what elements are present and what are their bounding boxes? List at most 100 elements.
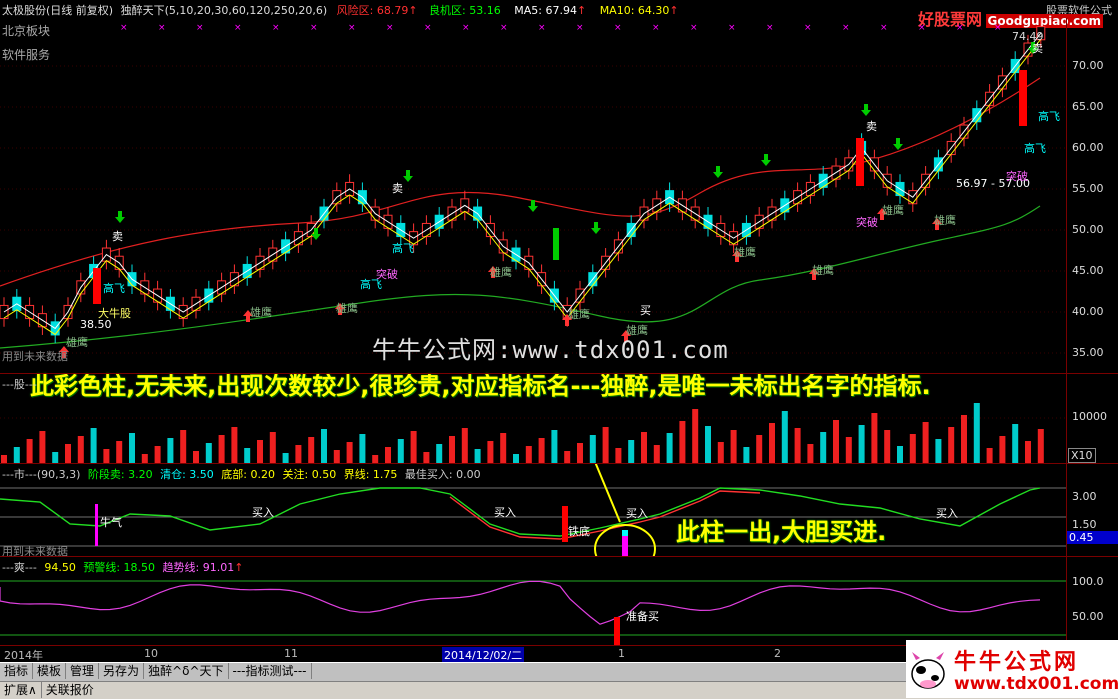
sell-arrow-icon	[713, 166, 723, 178]
ready-buy-label: 准备买	[626, 610, 659, 623]
top-cross-marker: ×	[500, 23, 508, 33]
cow-logo-icon	[908, 644, 948, 694]
cool-axis	[1066, 556, 1118, 646]
cool-panel[interactable]: ---爽--- 94.50 预警线: 18.50 趋势线: 91.01↑	[0, 556, 1066, 646]
volume-bar	[628, 440, 635, 463]
top-cross-marker: ×	[234, 23, 242, 33]
eagle-label-8: 雄鹰	[882, 204, 904, 217]
volume-bar	[1, 455, 7, 463]
tab-save-as[interactable]: 另存为	[99, 663, 145, 679]
volume-bar	[39, 431, 46, 463]
top-cross-marker: ×	[766, 23, 774, 33]
expand-button[interactable]: 扩展∧	[0, 682, 41, 698]
market-panel[interactable]: ---市---(90,3,3) 阶段卖: 3.20 清仓: 3.50 底部: 0…	[0, 463, 1066, 557]
volume-bar	[653, 445, 660, 463]
volume-bar	[922, 422, 929, 463]
volume-bar	[705, 426, 711, 463]
sell-marker-3: 卖	[866, 120, 877, 133]
volume-bar	[986, 448, 993, 463]
eagle-label-9: 雄鹰	[934, 214, 956, 227]
cool-red-bar	[614, 617, 620, 646]
eagle-label-4: 雄鹰	[568, 308, 590, 321]
volume-bar	[333, 450, 340, 463]
tab-template[interactable]: 模板	[33, 663, 67, 679]
price-panel[interactable]: × × × × × × × × × × × × × × × × × × × × × × × ×	[0, 18, 1066, 373]
big-bull-label: 大牛股	[98, 307, 131, 320]
volume-bar	[781, 411, 788, 463]
volume-bar	[935, 439, 942, 463]
linked-quote-button[interactable]: 关联报价	[40, 682, 98, 698]
volume-bar	[577, 443, 583, 463]
tab-manage[interactable]: 管理	[66, 663, 100, 679]
pointer-arrow-line	[594, 464, 621, 523]
cyan-signal-bar	[622, 530, 628, 536]
watermark: 牛牛公式网:www.tdx001.com	[372, 336, 729, 364]
volume-bar	[13, 447, 20, 463]
market-tick-2: 1.50	[1072, 518, 1097, 531]
magenta-signal-bar-1	[95, 504, 98, 546]
volume-bar	[308, 437, 315, 463]
volume-bar	[90, 428, 97, 463]
market-tick-1: 3.00	[1072, 490, 1097, 503]
volume-bar	[346, 442, 353, 463]
volume-bar	[103, 449, 110, 463]
volume-bar	[295, 445, 302, 463]
price-chart-svg: × × × × × × × × × × × × × × × × × × × × × × × ×	[0, 18, 1066, 358]
volume-bar	[449, 436, 455, 463]
price-tick: 50.00	[1072, 223, 1104, 236]
iron-bottom-label: 铁底	[568, 525, 590, 538]
sell-arrow-icon	[591, 222, 601, 234]
high-fly-label-1: 高飞	[103, 282, 125, 295]
top-cross-marker: ×	[272, 23, 280, 33]
volume-bar	[487, 441, 494, 463]
top-cross-marker: ×	[348, 23, 356, 33]
lower-channel-line	[0, 205, 1041, 349]
top-cross-marker: ×	[690, 23, 698, 33]
market-title: ---市---(90,3,3)	[2, 468, 81, 481]
volume-bar	[717, 442, 724, 463]
volume-bar	[180, 430, 187, 463]
volume-bar	[525, 446, 532, 463]
breakout-label-1: 突破	[376, 268, 398, 281]
volume-panel[interactable]: ---股---	[0, 373, 1066, 464]
volume-bar	[948, 427, 955, 463]
volume-bar	[397, 439, 404, 463]
big-bull-bar	[93, 268, 101, 304]
eagle-label-3: 雄鹰	[490, 266, 512, 279]
sell-marker-1: 卖	[112, 230, 123, 243]
top-cross-marker: ×	[956, 23, 964, 33]
special-red-bar	[856, 138, 864, 186]
tab-indicator[interactable]: 指标	[0, 663, 34, 679]
price-tick: 70.00	[1072, 59, 1104, 72]
market-current-value: 0.45	[1067, 531, 1118, 544]
top-cross-marker: ×	[880, 23, 888, 33]
volume-bar	[999, 436, 1006, 463]
volume-bar	[26, 439, 33, 463]
green-annotation: 此柱一出,大胆买进.	[676, 518, 887, 546]
eagle-label-10: 雄鹰	[66, 336, 88, 349]
cool-trend: 趋势线: 91.01	[162, 561, 235, 574]
volume-bar	[897, 446, 903, 463]
volume-bar	[730, 430, 737, 463]
volume-bar	[743, 447, 750, 463]
top-cross-marker: ×	[386, 23, 394, 33]
footer-brand: 牛牛公式网 www.tdx001.com	[906, 640, 1118, 698]
cool-tick-2: 50.00	[1072, 610, 1104, 623]
volume-bar	[129, 433, 135, 463]
clear-pos: 清仓: 3.50	[160, 468, 214, 481]
stage-sell: 阶段卖: 3.20	[87, 468, 153, 481]
sell-arrow-icon	[403, 170, 413, 182]
time-cursor-date: 2014/12/02/二	[442, 647, 525, 663]
volume-bar	[269, 432, 276, 463]
tab-duzui[interactable]: 独醉^δ^天下	[144, 663, 229, 679]
volume-bar	[871, 413, 878, 463]
stock-title: 太极股份(日线 前复权)	[2, 4, 114, 17]
top-cross-marker: ×	[310, 23, 318, 33]
bull-label: 牛气	[100, 516, 122, 529]
volume-bar	[244, 448, 251, 463]
tab-indicator-test[interactable]: ---指标测试---	[229, 663, 312, 679]
top-cross-marker: ×	[918, 23, 926, 33]
volume-bar	[564, 451, 571, 463]
boundary-val: 界线: 1.75	[343, 468, 398, 481]
volume-bar	[513, 454, 519, 463]
